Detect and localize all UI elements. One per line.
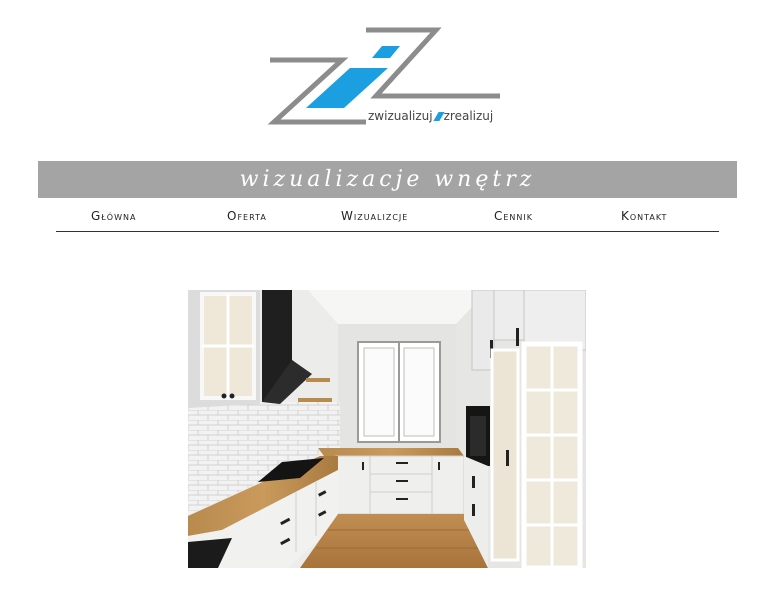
nav-item-wizualizcje[interactable]: Wizualizcje [341, 209, 408, 223]
page: zwizualizuj zrealizuj wizualizacje wnętr… [0, 0, 776, 600]
nav-item-glowna[interactable]: Główna [91, 209, 136, 223]
kitchen-visualization-image[interactable] [188, 290, 586, 568]
kitchen-render [188, 290, 586, 568]
nav-item-kontakt[interactable]: Kontakt [621, 209, 667, 223]
brand-tagline: zwizualizuj zrealizuj [368, 109, 493, 123]
nav-item-cennik[interactable]: Cennik [494, 209, 533, 223]
tagline-right: zrealizuj [443, 109, 494, 123]
nav-item-oferta[interactable]: Oferta [227, 209, 267, 223]
tagline-left: zwizualizuj [368, 109, 433, 123]
page-banner: wizualizacje wnętrz [38, 161, 737, 198]
slash-icon [433, 111, 445, 121]
main-nav: Główna Oferta Wizualizcje Cennik Kontakt [56, 203, 719, 232]
banner-title: wizualizacje wnętrz [239, 167, 536, 192]
